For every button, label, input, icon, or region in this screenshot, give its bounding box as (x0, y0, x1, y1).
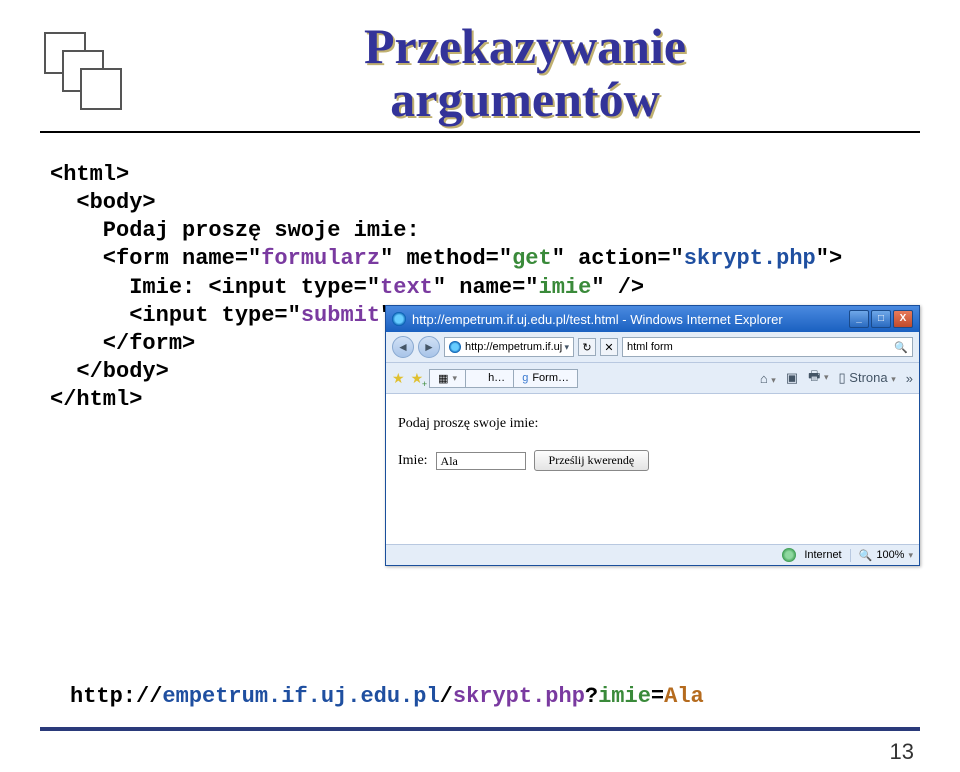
tab-h[interactable]: h… (466, 370, 514, 387)
refresh-button[interactable]: ↻ (578, 338, 596, 356)
close-button[interactable]: X (893, 310, 913, 328)
search-text: html form (627, 341, 673, 353)
search-input[interactable]: html form 🔍 (622, 337, 913, 357)
chevron-down-icon[interactable]: ▾ (908, 550, 913, 561)
title-line1: Przekazywanie (130, 20, 920, 73)
imie-label: Imie: (398, 453, 428, 469)
result-url: http://empetrum.if.uj.edu.pl/skrypt.php?… (70, 684, 920, 709)
maximize-button[interactable]: □ (871, 310, 891, 328)
security-zone: Internet (804, 549, 841, 561)
zoom-icon[interactable]: 🔍 (859, 549, 873, 562)
tab-grid-button[interactable]: ▦ ▾ (430, 370, 466, 387)
favorites-icon[interactable]: ★ (392, 370, 405, 387)
home-icon[interactable]: ⌂ ▾ (760, 371, 776, 386)
feed-icon[interactable]: ▣ (786, 370, 798, 386)
bottom-divider (40, 727, 920, 731)
chevron-down-icon[interactable]: ▾ (564, 342, 569, 353)
more-tools[interactable]: » (906, 371, 913, 386)
page-menu[interactable]: ▯ Strona ▾ (839, 370, 896, 386)
address-bar[interactable]: http://empetrum.if.uj ▾ (444, 337, 574, 357)
prompt-text: Podaj proszę swoje imie: (398, 416, 907, 432)
search-icon[interactable]: 🔍 (894, 341, 908, 354)
forward-button[interactable]: ► (418, 336, 440, 358)
globe-icon (782, 548, 796, 562)
ie-icon (392, 312, 406, 326)
divider (40, 131, 920, 133)
minimize-button[interactable]: _ (849, 310, 869, 328)
title-line2: argumentów (130, 73, 920, 126)
print-icon[interactable]: 🖶 ▾ (808, 367, 828, 389)
imie-input[interactable]: Ala (436, 452, 526, 470)
stop-button[interactable]: ✕ (600, 338, 618, 356)
submit-button[interactable]: Prześlij kwerendę (534, 450, 650, 471)
page-number: 13 (40, 739, 920, 765)
page-content: Podaj proszę swoje imie: Imie: Ala Prześ… (386, 394, 919, 544)
add-favorite-icon[interactable]: ★ (411, 370, 424, 387)
logo-icon (40, 28, 130, 113)
browser-window: http://empetrum.if.uj.edu.pl/test.html -… (385, 305, 920, 566)
window-title: http://empetrum.if.uj.edu.pl/test.html -… (412, 312, 849, 327)
tab-form[interactable]: g Form… (514, 370, 577, 387)
page-icon (449, 341, 461, 353)
zoom-level[interactable]: 100% (876, 549, 904, 561)
address-text: http://empetrum.if.uj (465, 341, 562, 353)
back-button[interactable]: ◄ (392, 336, 414, 358)
